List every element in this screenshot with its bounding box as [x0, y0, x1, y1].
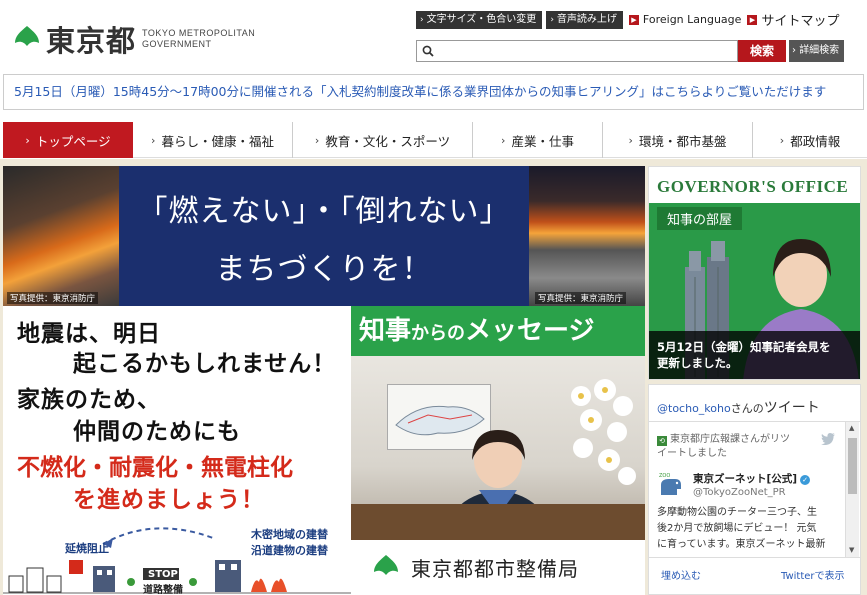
logo-name-en: TOKYO METROPOLITAN GOVERNMENT	[142, 28, 255, 50]
governors-office-banner[interactable]: GOVERNOR'S OFFICE 知事の部屋 5月12日（金曜）知事記者会見を…	[648, 166, 861, 380]
search-bar: 検索 › 詳細検索	[416, 40, 845, 63]
nav-item-environment[interactable]: › 環境・都市基盤	[603, 122, 753, 158]
voice-button[interactable]: › 音声読み上げ	[546, 10, 623, 29]
utility-bar: › 文字サイズ・色合い変更 › 音声読み上げ ▶ Foreign Language ▶…	[416, 10, 839, 29]
search-input[interactable]	[417, 43, 737, 63]
logo-name-en-1: TOKYO METROPOLITAN	[142, 28, 256, 38]
nav-item-education[interactable]: › 教育・文化・スポーツ	[293, 122, 473, 158]
ill-label-stop: STOP	[148, 569, 178, 580]
twitter-handle-link[interactable]: @tocho_koho	[657, 402, 731, 415]
photo-credit-left: 写真提供：東京消防庁	[7, 292, 99, 304]
arrow-square-icon: ▶	[747, 14, 758, 25]
banner-illustration: 延焼阻止 木密地域の建替 沿道建物の建替 STOP 道路整備	[3, 516, 351, 595]
foreign-language-link[interactable]: ▶ Foreign Language	[628, 13, 741, 26]
search-icon	[422, 45, 434, 57]
search-button[interactable]: 検索	[738, 40, 786, 62]
chevron-right-icon: ›	[779, 133, 785, 147]
view-on-twitter-link[interactable]: Twitterで表示	[781, 567, 845, 582]
divider	[649, 557, 860, 558]
scroll-up-icon[interactable]: ▲	[849, 424, 854, 432]
divider	[649, 421, 860, 422]
banner-line-3: 家族のため、	[17, 387, 161, 413]
governor-message-photo	[351, 356, 645, 540]
advanced-search-button[interactable]: › 詳細検索	[789, 40, 845, 62]
sitemap-link[interactable]: ▶ サイトマップ	[747, 10, 839, 29]
message-title: 知事からのメッセージ	[351, 306, 645, 356]
banner-headline-2: まちづくりを！	[215, 252, 433, 287]
governors-office-title: GOVERNOR'S OFFICE	[657, 177, 849, 196]
logo-name-en-2: GOVERNMENT	[142, 39, 212, 49]
desk	[351, 504, 645, 540]
photo-credit-right: 写真提供：東京消防庁	[535, 292, 627, 304]
verified-icon: ✓	[800, 475, 811, 485]
banner-line-5: 不燃化・耐震化・無電柱化	[17, 455, 293, 481]
fire-photo-right: 写真提供：東京消防庁	[529, 166, 645, 306]
notice-banner-link[interactable]: 5月15日（月曜）15時45分～17時00分に開催される「入札契約制度改革に係る…	[3, 74, 864, 110]
nav-item-industry[interactable]: › 産業・仕事	[473, 122, 603, 158]
search-field	[416, 40, 738, 63]
chevron-right-icon: ›	[314, 133, 320, 147]
governor-news-caption: 5月12日（金曜）知事記者会見を 更新しました。	[649, 331, 860, 379]
ill-label-road: 道路整備	[143, 585, 183, 595]
banner-text-panel: 地震は、明日 起こるかもしれません！ 家族のため、 仲間のためにも 不燃化・耐震…	[3, 306, 351, 595]
ill-label-spread: 延焼阻止	[65, 542, 109, 555]
logo-name-ja: 東京都	[46, 24, 137, 58]
arrow-square-icon: ▶	[628, 14, 639, 25]
chevron-right-icon: ›	[501, 133, 506, 147]
chevron-right-icon: ›	[25, 133, 30, 147]
tokyo-logo-icon	[374, 554, 398, 575]
nav-item-top[interactable]: › トップページ	[3, 122, 133, 158]
banner-line-6: を進めましょう！	[73, 487, 265, 513]
tweet-account-handle[interactable]: @TokyoZooNet_PR	[693, 487, 786, 498]
ill-label-rebuild-1: 木密地域の建替	[251, 528, 328, 541]
banner-headline-box: 「燃えない」・「倒れない」 まちづくりを！	[119, 166, 529, 306]
main-banner[interactable]: 写真提供：東京消防庁 「燃えない」・「倒れない」 まちづくりを！ 写真提供：東京…	[3, 166, 645, 595]
chevron-right-icon: ›	[550, 14, 554, 25]
orchid-icon	[571, 379, 636, 485]
banner-top: 写真提供：東京消防庁 「燃えない」・「倒れない」 まちづくりを！ 写真提供：東京…	[3, 166, 645, 306]
chevron-right-icon: ›	[628, 133, 633, 147]
twitter-heading: @tocho_kohoさんのツイート	[657, 400, 820, 416]
tweet-body: 多摩動物公園のチーター三つ子、生 後2か月で放飼場にデビュー！ 元気 に育ってい…	[657, 507, 826, 550]
banner-headline-1: 「燃えない」・「倒れない」	[137, 194, 511, 229]
scroll-down-icon[interactable]: ▼	[849, 546, 854, 554]
embed-link[interactable]: 埋め込む	[661, 567, 701, 582]
chevron-right-icon: ›	[420, 14, 424, 25]
retweet-notice: ⟲ 東京都庁広報課さんがリツ イートしました	[657, 434, 790, 459]
svg-text:ZOO: ZOO	[659, 473, 670, 479]
governors-office-subtitle: 知事の部屋	[657, 207, 743, 230]
banner-line-4: 仲間のためにも	[73, 419, 241, 445]
bureau-footer: 東京都都市整備局	[351, 540, 645, 595]
scrollbar-thumb[interactable]	[848, 438, 857, 494]
ill-label-rebuild-2: 沿道建物の建替	[251, 544, 328, 557]
banner-line-2: 起こるかもしれません！	[73, 351, 337, 377]
chevron-right-icon: ›	[151, 133, 156, 147]
tokyo-logo-icon	[15, 26, 39, 46]
twitter-timeline: @tocho_kohoさんのツイート ⟲ 東京都庁広報課さんがリツ イートしました…	[648, 384, 861, 595]
bureau-name: 東京都都市整備局	[411, 557, 579, 581]
text-size-button[interactable]: › 文字サイズ・色合い変更	[416, 10, 543, 29]
nav-item-living[interactable]: › 暮らし・健康・福祉	[133, 122, 293, 158]
twitter-scrollbar[interactable]: ▲ ▼	[845, 422, 859, 558]
site-logo[interactable]: 東京都 TOKYO METROPOLITAN GOVERNMENT	[12, 18, 255, 60]
banner-line-1: 地震は、明日	[17, 321, 161, 347]
governor-message-panel: 知事からのメッセージ 東京都都市整備局	[351, 306, 645, 595]
retweet-icon: ⟲	[657, 436, 667, 446]
tweet-account-name[interactable]: 東京ズーネット[公式] ✓	[693, 471, 811, 486]
global-nav: › トップページ › 暮らし・健康・福祉 › 教育・文化・スポーツ › 産業・仕事 › 環…	[3, 122, 867, 158]
fire-photo-left: 写真提供：東京消防庁	[3, 166, 119, 306]
zoo-avatar-icon[interactable]: ZOO	[657, 469, 685, 497]
nav-item-government[interactable]: › 都政情報	[753, 122, 867, 158]
